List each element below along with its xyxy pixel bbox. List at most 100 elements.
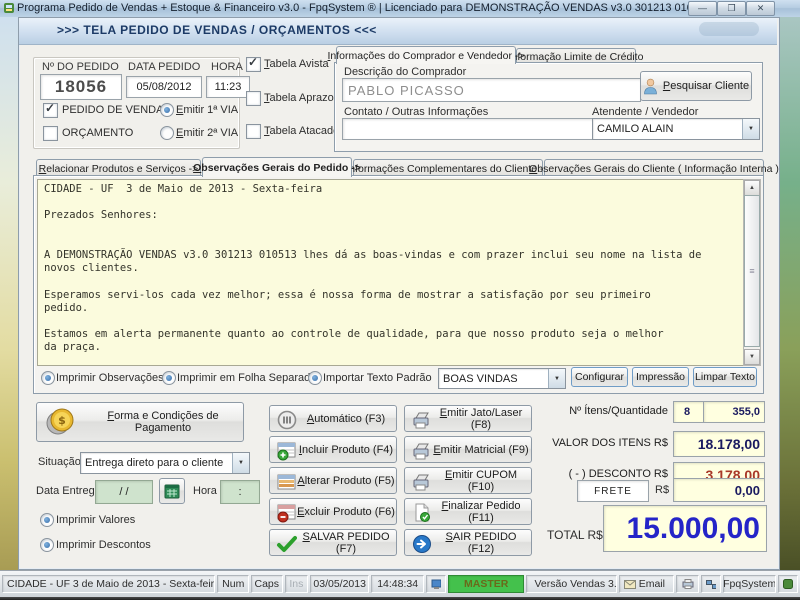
hora-entrega-field[interactable]: :	[220, 480, 260, 504]
items-count-field: 8	[673, 401, 705, 423]
separate-sheet-radio[interactable]	[162, 371, 176, 385]
attendant-select[interactable]: CAMILO ALAIN	[592, 118, 760, 140]
tabela-avista-checkbox[interactable]	[246, 57, 261, 72]
excluir-produto-button[interactable]: Excluir Produto (F6)	[269, 498, 397, 525]
buyer-desc-input[interactable]: PABLO PICASSO	[342, 78, 641, 102]
order-date-label: DATA PEDIDO	[128, 61, 200, 73]
print-values-radio[interactable]	[40, 513, 54, 527]
table-edit-icon	[276, 471, 297, 492]
emitir-cupom-button[interactable]: Emitir CUPOM (F10)	[404, 467, 532, 494]
pedido-venda-checkbox[interactable]	[43, 103, 58, 118]
dropdown-arrow-icon[interactable]	[742, 119, 759, 139]
observations-scrollbar[interactable]: ▲ ▼	[743, 179, 761, 366]
situacao-select[interactable]: Entrega direto para o cliente	[80, 452, 250, 474]
discount-label: ( - ) DESCONTO R$	[545, 468, 668, 480]
tab-buyer-seller-label: Informações do Comprador e Vendedor ->	[328, 50, 525, 62]
print-button[interactable]: Impressão	[632, 367, 689, 387]
contact-input[interactable]	[342, 118, 594, 140]
incluir-produto-button[interactable]: Incluir Produto (F4)	[269, 436, 397, 463]
status-date: 03/05/2013	[310, 575, 369, 593]
items-qty-field: 355,0	[703, 401, 765, 423]
import-template-label: Importar Texto Padrão	[323, 372, 432, 384]
status-caps: Caps	[251, 575, 283, 593]
status-version: Versão Vendas 3.0	[526, 575, 616, 593]
order-hour-field[interactable]: 11:23	[206, 76, 250, 98]
emitir-matricial-button[interactable]: Emitir Matricial (F9)	[404, 436, 532, 463]
status-version-label: Versão Vendas 3.0	[534, 578, 616, 590]
status-app-icon	[778, 575, 798, 593]
tab-credit-limit-label: Informação Limite de Crédito	[509, 51, 644, 63]
pedido-venda-label: PEDIDO DE VENDA	[62, 104, 163, 116]
data-entrega-label: Data Entrega	[36, 485, 101, 497]
order-number-field[interactable]: 18056	[40, 74, 122, 100]
status-printer-icon[interactable]	[676, 575, 700, 593]
maximize-button[interactable]: ❐	[717, 1, 746, 16]
tabela-avista-label: Tabela Avista	[264, 58, 329, 70]
tab-client-info-label: Informações Complementares do Cliente ->	[346, 163, 549, 175]
frete-box[interactable]: FRETE	[577, 480, 649, 502]
payment-button[interactable]: $ Forma e Condições de Pagamento	[36, 402, 244, 442]
template-value: BOAS VINDAS	[439, 373, 548, 385]
table-remove-icon	[276, 502, 297, 523]
order-date-field[interactable]: 05/08/2012	[126, 76, 202, 98]
total-field: 15.000,00	[603, 505, 767, 552]
status-brand: FpqSystem	[723, 575, 776, 593]
print-observations-label: Imprimir Observações	[56, 372, 164, 384]
dropdown-arrow-icon[interactable]	[548, 369, 565, 388]
via2-label: Emitir 2ª VIA	[176, 127, 238, 139]
status-network-icon	[701, 575, 721, 593]
exit-arrow-icon	[411, 533, 432, 554]
calendar-icon	[164, 483, 180, 499]
import-template-radio[interactable]	[308, 371, 322, 385]
orcamento-checkbox[interactable]	[43, 126, 58, 141]
observations-textarea[interactable]: CIDADE - UF 3 de Maio de 2013 - Sexta-fe…	[37, 179, 745, 366]
separate-sheet-label: Imprimir em Folha Separada	[177, 372, 316, 384]
salvar-pedido-button[interactable]: SALVAR PEDIDO (F7)	[269, 529, 397, 556]
attendant-value: CAMILO ALAIN	[593, 123, 742, 135]
scroll-down-icon[interactable]: ▼	[744, 349, 760, 365]
scroll-up-icon[interactable]: ▲	[744, 180, 760, 196]
header-watermark	[699, 22, 759, 36]
scroll-thumb[interactable]	[744, 195, 760, 347]
tabela-aprazo-checkbox[interactable]	[246, 91, 261, 106]
template-select[interactable]: BOAS VINDAS	[438, 368, 566, 389]
data-entrega-field[interactable]: / /	[95, 480, 153, 504]
minimize-button[interactable]: —	[688, 1, 717, 16]
tab-buyer-seller[interactable]: Informações do Comprador e Vendedor ->	[336, 46, 516, 64]
finalizar-pedido-button[interactable]: Finalizar Pedido (F11)	[404, 498, 532, 525]
tabela-atacado-checkbox[interactable]	[246, 124, 261, 139]
window-title: Programa Pedido de Vendas + Estoque & Fi…	[17, 2, 711, 14]
print-discounts-radio[interactable]	[40, 538, 54, 552]
close-button[interactable]: ✕	[746, 1, 775, 16]
form-header: >>> TELA PEDIDO DE VENDAS / ORÇAMENTOS <…	[19, 18, 777, 45]
salvar-pedido-label: SALVAR PEDIDO (F7)	[296, 531, 396, 555]
via1-radio[interactable]	[160, 103, 174, 117]
alterar-produto-button[interactable]: Alterar Produto (F5)	[269, 467, 397, 494]
svg-text:$: $	[58, 414, 66, 427]
printer-icon	[411, 471, 432, 492]
screen: Programa Pedido de Vendas + Estoque & Fi…	[0, 0, 800, 600]
emitir-jato-button[interactable]: Emitir Jato/Laser (F8)	[404, 405, 532, 432]
print-discounts-label: Imprimir Descontos	[56, 539, 151, 551]
document-check-icon	[411, 502, 432, 523]
status-email[interactable]: Email	[619, 575, 674, 593]
check-icon	[276, 533, 297, 554]
desktop-strip-left	[0, 17, 18, 570]
search-client-button[interactable]: Pesquisar Cliente	[640, 71, 752, 101]
tab-order-notes[interactable]: Observações Gerais do Pedido ->	[202, 157, 352, 177]
finalizar-pedido-label: Finalizar Pedido (F11)	[431, 500, 531, 524]
print-observations-radio[interactable]	[41, 371, 55, 385]
automatico-button[interactable]: Automático (F3)	[269, 405, 397, 432]
via2-radio[interactable]	[160, 126, 174, 140]
sair-pedido-button[interactable]: SAIR PEDIDO (F12)	[404, 529, 532, 556]
configure-button[interactable]: Configurar	[571, 367, 628, 387]
dropdown-arrow-icon[interactable]	[232, 453, 249, 473]
status-num: Num	[217, 575, 249, 593]
app-icon	[3, 2, 15, 14]
status-bar: CIDADE - UF 3 de Maio de 2013 - Sexta-fe…	[0, 570, 800, 597]
window-titlebar: Programa Pedido de Vendas + Estoque & Fi…	[0, 0, 800, 18]
clear-text-button[interactable]: Limpar Texto	[693, 367, 757, 387]
items-value-label: VALOR DOS ITENS R$	[545, 437, 668, 449]
calendar-button[interactable]	[159, 478, 185, 504]
sair-pedido-label: SAIR PEDIDO (F12)	[431, 531, 531, 555]
